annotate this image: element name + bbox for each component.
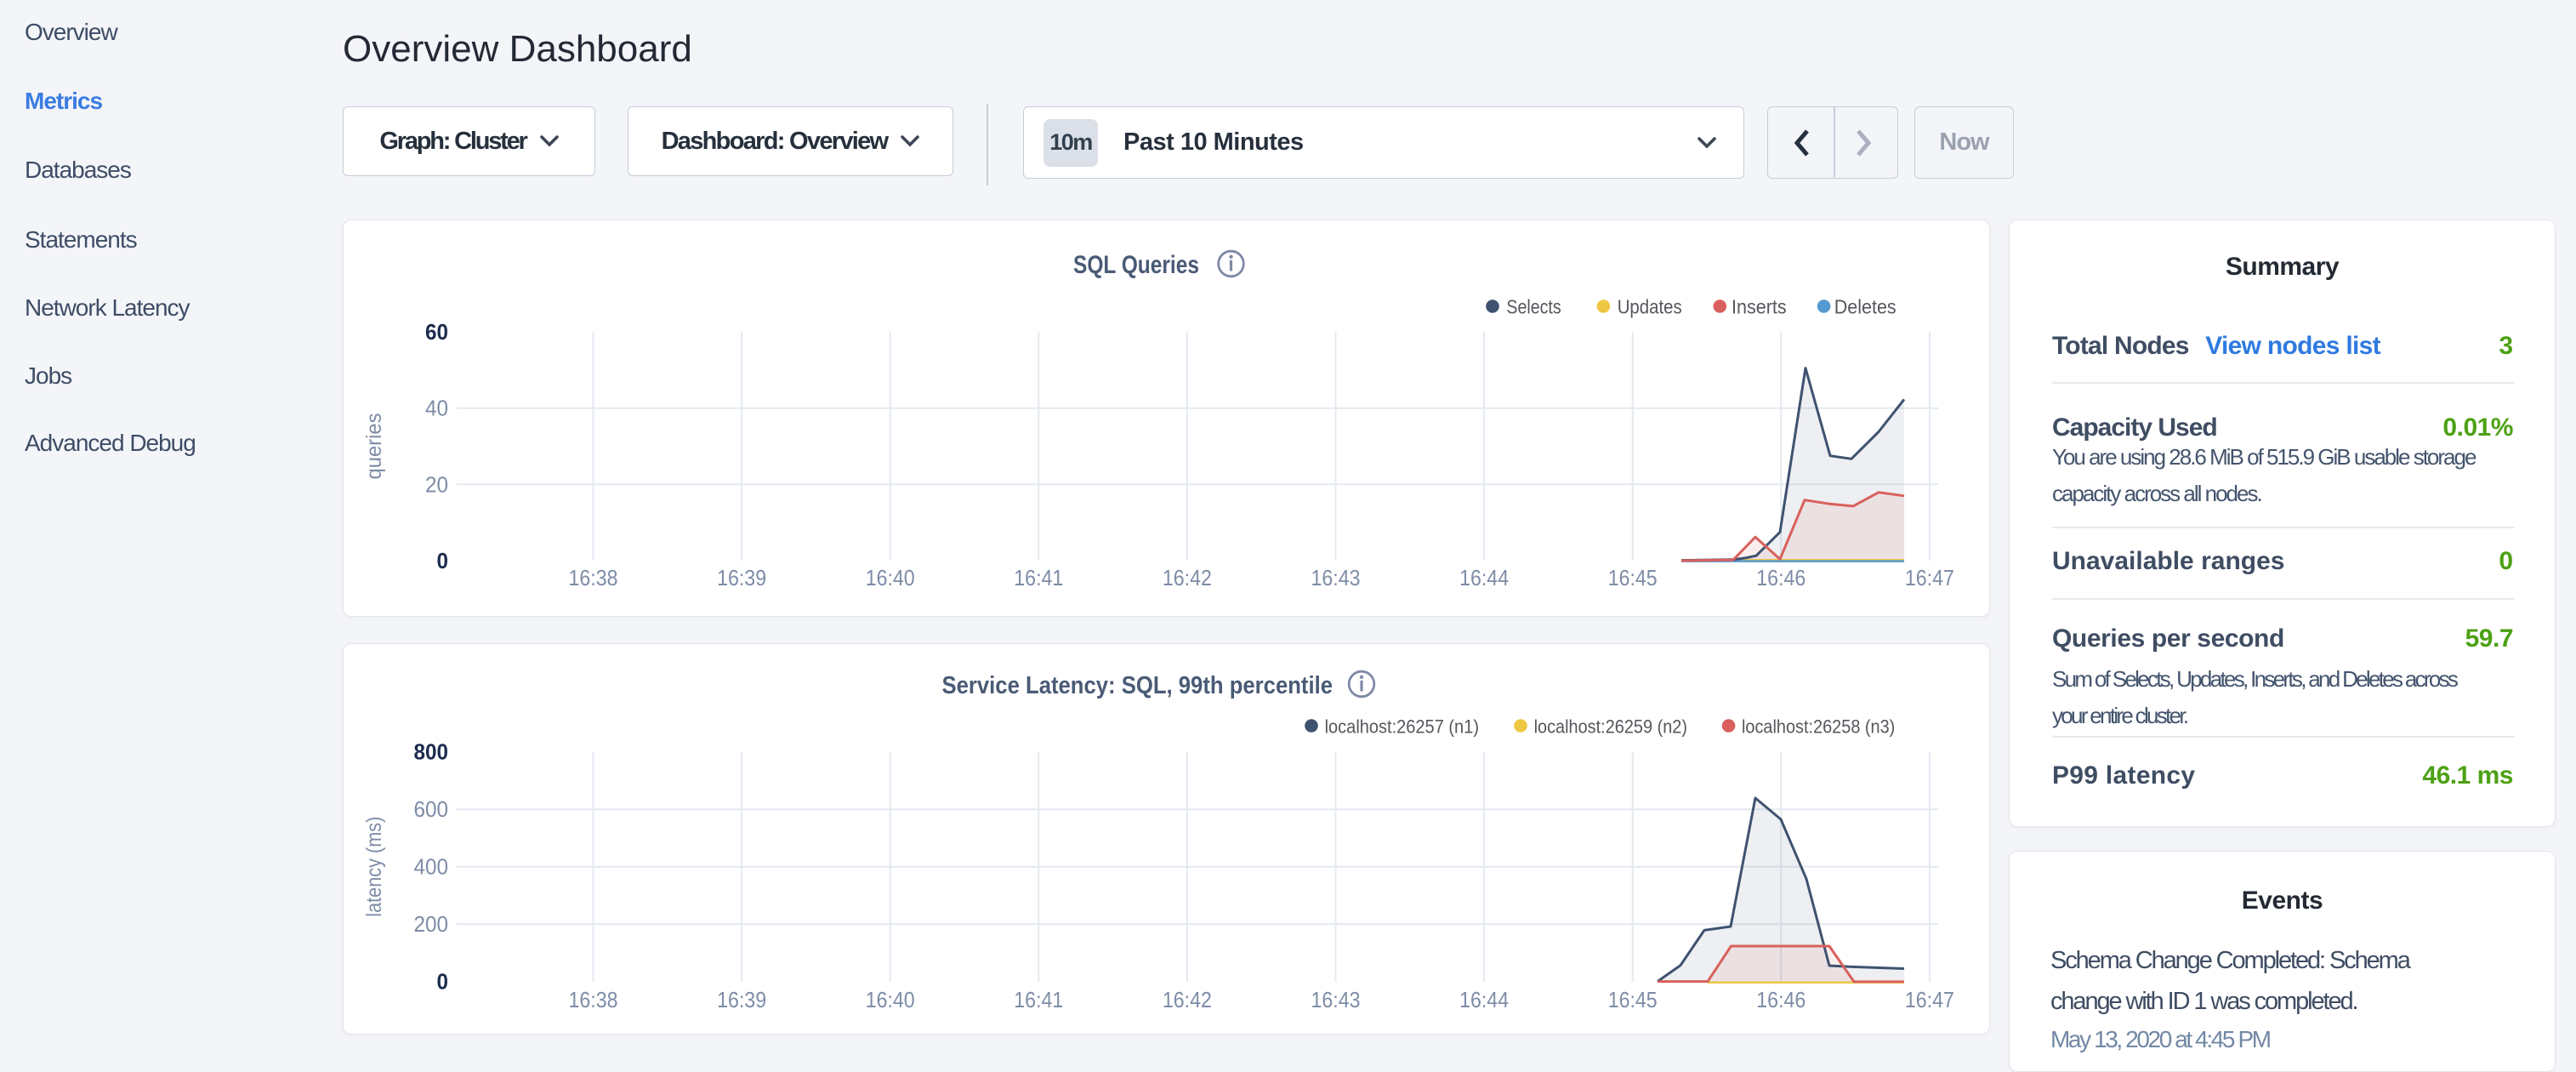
svg-text:400: 400 [414, 854, 449, 880]
svg-text:0: 0 [437, 548, 449, 573]
svg-text:600: 600 [414, 796, 449, 822]
svg-text:16:43: 16:43 [1311, 565, 1361, 590]
svg-text:localhost:26258 (n3): localhost:26258 (n3) [1742, 716, 1895, 738]
svg-text:16:47: 16:47 [1905, 565, 1954, 590]
svg-text:16:42: 16:42 [1163, 987, 1212, 1012]
svg-text:16:46: 16:46 [1756, 565, 1805, 590]
svg-text:16:45: 16:45 [1608, 565, 1658, 590]
svg-text:Selects: Selects [1506, 296, 1561, 318]
svg-text:queries: queries [362, 413, 386, 480]
svg-text:16:46: 16:46 [1756, 987, 1805, 1012]
svg-text:16:39: 16:39 [717, 565, 766, 590]
svg-text:16:47: 16:47 [1905, 987, 1954, 1012]
svg-text:16:43: 16:43 [1311, 987, 1361, 1012]
svg-text:latency (ms): latency (ms) [362, 817, 386, 917]
svg-text:200: 200 [414, 911, 449, 937]
svg-text:16:41: 16:41 [1014, 565, 1063, 590]
svg-text:16:42: 16:42 [1163, 565, 1212, 590]
svg-text:16:45: 16:45 [1608, 987, 1658, 1012]
svg-text:localhost:26257 (n1): localhost:26257 (n1) [1325, 716, 1479, 738]
svg-text:16:40: 16:40 [866, 987, 915, 1012]
svg-text:Inserts: Inserts [1732, 296, 1787, 318]
svg-text:Deletes: Deletes [1834, 296, 1896, 318]
svg-text:16:39: 16:39 [717, 987, 766, 1012]
svg-text:Updates: Updates [1618, 296, 1682, 318]
svg-text:40: 40 [425, 396, 448, 421]
svg-text:localhost:26259 (n2): localhost:26259 (n2) [1534, 716, 1687, 738]
svg-text:Service Latency: SQL, 99th per: Service Latency: SQL, 99th percentile [942, 672, 1333, 699]
svg-text:16:38: 16:38 [569, 987, 618, 1012]
svg-text:16:41: 16:41 [1014, 987, 1063, 1012]
svg-text:800: 800 [414, 739, 449, 765]
svg-text:16:40: 16:40 [866, 565, 915, 590]
svg-text:60: 60 [425, 319, 448, 345]
svg-text:16:44: 16:44 [1459, 565, 1509, 590]
svg-text:16:38: 16:38 [569, 565, 618, 590]
svg-text:20: 20 [425, 471, 448, 497]
svg-text:0: 0 [437, 969, 449, 995]
svg-text:SQL Queries: SQL Queries [1073, 251, 1199, 279]
svg-text:16:44: 16:44 [1459, 987, 1509, 1012]
